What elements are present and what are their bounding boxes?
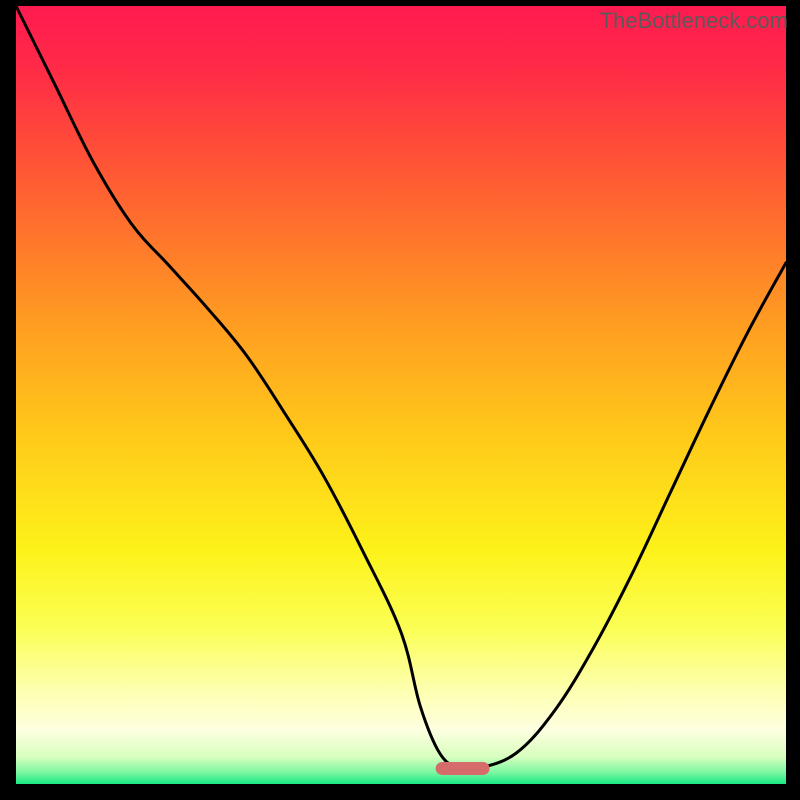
bottleneck-chart bbox=[0, 0, 800, 800]
optimal-marker bbox=[436, 762, 490, 775]
plot-background bbox=[16, 6, 786, 784]
chart-container: TheBottleneck.com bbox=[0, 0, 800, 800]
watermark-text: TheBottleneck.com bbox=[600, 8, 788, 34]
